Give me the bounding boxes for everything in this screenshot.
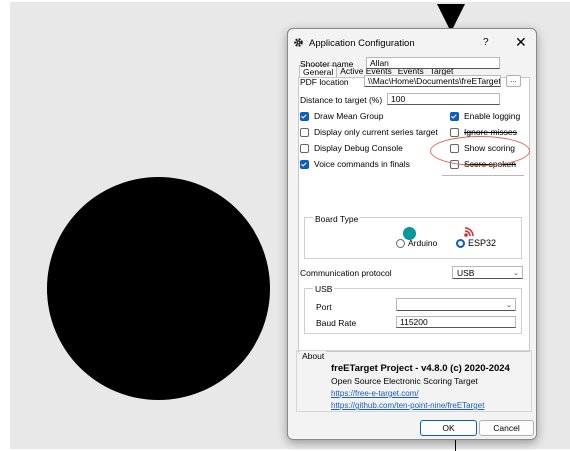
- communication-protocol-select[interactable]: USB ⌄: [452, 266, 523, 279]
- usb-group-title: USB: [313, 284, 335, 294]
- checkbox-box[interactable]: [300, 143, 309, 153]
- esp32-icon: [464, 227, 474, 237]
- chevron-down-icon: ⌄: [506, 302, 512, 309]
- display-debug-console-checkbox[interactable]: Display Debug Console: [300, 143, 403, 153]
- close-button[interactable]: ✕: [515, 34, 527, 51]
- enable-logging-checkbox[interactable]: Enable logging: [450, 111, 520, 121]
- port-label: Port: [316, 302, 332, 312]
- baud-rate-input[interactable]: 115200: [396, 316, 516, 328]
- checkbox-label: Display Debug Console: [314, 143, 403, 153]
- communication-protocol-label: Communication protocol: [300, 268, 392, 278]
- checkbox-label: Display only current series target: [314, 127, 438, 137]
- shooter-name-label: Shooter name: [300, 59, 354, 69]
- shooter-name-input[interactable]: Allan: [366, 57, 500, 69]
- website-link[interactable]: https://free-e-target.com/: [331, 389, 419, 398]
- draw-mean-group-checkbox[interactable]: Draw Mean Group: [300, 111, 383, 121]
- baud-rate-label: Baud Rate: [316, 318, 357, 328]
- gear-icon: [294, 38, 303, 47]
- display-current-series-checkbox[interactable]: Display only current series target: [300, 127, 438, 137]
- annotation-ellipse: [430, 136, 530, 166]
- port-select[interactable]: ⌄: [396, 298, 516, 311]
- canvas-line: [455, 440, 456, 451]
- divider: [442, 175, 524, 176]
- distance-label: Distance to target (%): [300, 95, 383, 105]
- radio-dot[interactable]: [396, 238, 405, 248]
- distance-input[interactable]: 100: [387, 93, 500, 105]
- help-button[interactable]: ?: [483, 37, 489, 48]
- radio-label: Arduino: [408, 238, 438, 248]
- checkbox-label: Draw Mean Group: [314, 111, 384, 121]
- checkbox-label: Enable logging: [464, 111, 521, 121]
- window-title: Application Configuration: [309, 38, 415, 49]
- cancel-button[interactable]: Cancel: [479, 420, 534, 436]
- radio-esp32[interactable]: ESP32: [456, 238, 496, 248]
- checkbox-box[interactable]: [450, 111, 459, 121]
- about-project: freETarget Project - v4.8.0 (c) 2020-202…: [331, 363, 510, 374]
- checkbox-box[interactable]: [450, 127, 459, 137]
- board-type-title: Board Type: [313, 214, 361, 224]
- checkbox-box[interactable]: [300, 159, 309, 169]
- target-circle: [47, 177, 270, 400]
- pdf-location-input[interactable]: \\Mac\Home\Documents\freETarget\: [364, 75, 501, 87]
- select-value: USB: [457, 268, 475, 278]
- checkbox-box[interactable]: [300, 111, 309, 121]
- radio-label: ESP32: [468, 238, 497, 248]
- voice-commands-checkbox[interactable]: Voice commands in finals: [300, 159, 410, 169]
- github-link[interactable]: https://github.com/ten-point-nine/freETa…: [331, 401, 484, 410]
- checkbox-label: Voice commands in finals: [314, 159, 410, 169]
- ok-button[interactable]: OK: [420, 420, 477, 436]
- chevron-down-icon: ⌄: [513, 270, 519, 277]
- pdf-location-label: PDF location: [300, 77, 349, 87]
- radio-dot[interactable]: [456, 238, 465, 248]
- browse-button[interactable]: ...: [506, 75, 521, 87]
- about-label: About: [300, 351, 327, 361]
- radio-arduino[interactable]: Arduino: [396, 238, 437, 248]
- about-description: Open Source Electronic Scoring Target: [331, 376, 478, 386]
- checkbox-box[interactable]: [300, 127, 309, 137]
- title-bar: Application Configuration ? ✕: [288, 29, 536, 57]
